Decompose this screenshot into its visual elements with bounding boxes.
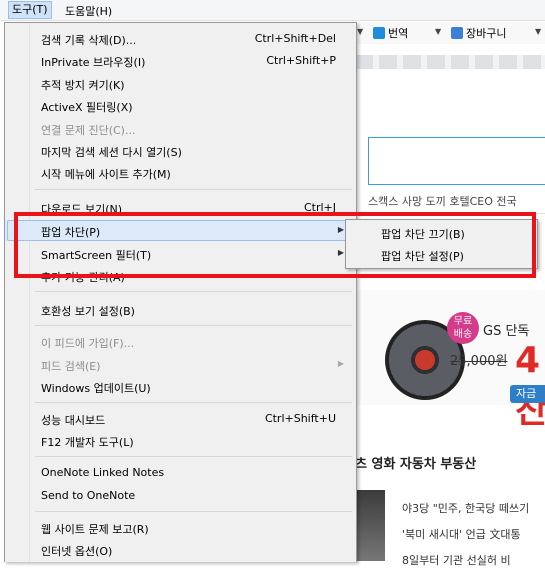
- menu-item-add-to-start[interactable]: 시작 메뉴에 사이트 추가(M): [5, 162, 356, 183]
- menu-item-label: Windows 업데이트(U): [41, 382, 151, 395]
- menu-item-label: F12 개발자 도구(L): [41, 436, 134, 449]
- browser-toolbar: ▼ 번역 ▼ 장바구니 ▼: [355, 22, 545, 44]
- menu-separator: [35, 291, 352, 292]
- menu-item-turn-off-popup-blocker[interactable]: 팝업 차단 끄기(B): [346, 222, 537, 243]
- ad-original-price: 25,000원: [450, 354, 508, 369]
- menu-separator: [35, 402, 352, 403]
- menu-item-label: 피드 검색(E): [41, 360, 101, 373]
- menu-item-label: 팝업 차단(P): [41, 226, 101, 239]
- menu-item-label: ActiveX 필터링(X): [41, 101, 133, 114]
- menu-item-compatibility-view[interactable]: 호환성 보기 설정(B): [5, 299, 356, 320]
- translate-button[interactable]: 번역: [373, 25, 408, 41]
- menu-separator: [35, 456, 352, 457]
- menu-item-label: 검색 기록 삭제(D)...: [41, 34, 137, 47]
- blurred-link-strip: [355, 55, 545, 69]
- menu-item-report-website-problem[interactable]: 웹 사이트 문제 보고(R): [5, 517, 356, 538]
- menu-item-label: 다운로드 보기(N): [41, 203, 123, 216]
- menu-item-shortcut: Ctrl+Shift+Del: [254, 32, 336, 45]
- menu-item-label: OneNote Linked Notes: [41, 466, 165, 479]
- menu-item-label: 성능 대시보드: [41, 414, 106, 427]
- menu-item-reopen-session[interactable]: 마지막 검색 세션 다시 열기(S): [5, 140, 356, 161]
- cart-button[interactable]: 장바구니: [451, 25, 506, 41]
- menu-item-label: 팝업 차단 끄기(B): [381, 228, 465, 241]
- menu-item-inprivate[interactable]: InPrivate 브라우징(I) Ctrl+Shift+P: [5, 50, 356, 71]
- free-shipping-badge: 무료 배송: [447, 312, 479, 344]
- menu-item-tracking-protection[interactable]: 추적 방지 켜기(K): [5, 73, 356, 94]
- news-categories[interactable]: 츠 영화 자동차 부동산: [355, 453, 476, 472]
- trending-links[interactable]: 스캑스 사망 도끼 호텔CEO 전국: [368, 193, 517, 209]
- submenu-arrow-icon: ▶: [337, 359, 344, 368]
- menu-item-diagnose-connection: 연결 문제 진단(C)...: [5, 118, 356, 139]
- menu-item-internet-options[interactable]: 인터넷 옵션(O): [5, 539, 356, 560]
- menu-item-shortcut: Ctrl+J: [303, 201, 336, 214]
- menu-item-performance-dashboard[interactable]: 성능 대시보드 Ctrl+Shift+U: [5, 408, 356, 429]
- menu-separator: [35, 511, 352, 512]
- popup-blocker-submenu: 팝업 차단 끄기(B) 팝업 차단 설정(P): [345, 219, 538, 269]
- ad-title: GS 단독: [483, 324, 530, 339]
- menu-item-view-downloads[interactable]: 다운로드 보기(N) Ctrl+J: [5, 197, 356, 218]
- translate-label: 번역: [388, 27, 409, 40]
- menu-item-label: Send to OneNote: [41, 489, 136, 502]
- chevron-down-icon[interactable]: ▼: [535, 27, 541, 36]
- menu-item-label: InPrivate 브라우징(I): [41, 56, 146, 69]
- menu-item-activex-filtering[interactable]: ActiveX 필터링(X): [5, 95, 356, 116]
- menu-item-manage-addons[interactable]: 추가 기능 관리(A): [5, 265, 356, 286]
- submenu-arrow-icon: ▶: [337, 225, 344, 234]
- cart-label: 장바구니: [466, 27, 507, 40]
- news-headline[interactable]: '북미 새시대' 언급 文대통: [402, 526, 521, 542]
- menubar-tools[interactable]: 도구(T): [8, 1, 52, 19]
- menu-item-label: 호환성 보기 설정(B): [41, 305, 135, 318]
- menu-item-windows-update[interactable]: Windows 업데이트(U): [5, 376, 356, 397]
- chevron-down-icon[interactable]: ▼: [435, 27, 441, 36]
- ad-button[interactable]: 자금: [510, 385, 545, 403]
- advertisement-banner[interactable]: 무료 배송 GS 단독 25,000원 4찬 자금: [355, 290, 545, 431]
- menu-item-label: 인터넷 옵션(O): [41, 545, 113, 558]
- cart-icon: [451, 27, 463, 39]
- submenu-arrow-icon: ▶: [337, 248, 344, 257]
- menu-item-shortcut: Ctrl+Shift+P: [266, 54, 336, 67]
- divider: [355, 213, 545, 214]
- page-search-input[interactable]: [368, 137, 545, 185]
- menu-item-label: 웹 사이트 문제 보고(R): [41, 523, 149, 536]
- chevron-down-icon[interactable]: ▼: [357, 27, 363, 36]
- menu-item-subscribe-feed: 이 피드에 가입(F)...: [5, 331, 356, 352]
- menu-item-label: 시작 메뉴에 사이트 추가(M): [41, 168, 171, 181]
- menu-separator: [35, 189, 352, 190]
- menu-item-label: 추적 방지 켜기(K): [41, 79, 125, 92]
- news-headline[interactable]: 야3당 "민주, 한국당 떼쓰기: [402, 500, 529, 516]
- menu-item-shortcut: Ctrl+Shift+U: [264, 412, 336, 425]
- menu-item-popup-blocker-settings[interactable]: 팝업 차단 설정(P): [346, 244, 537, 265]
- menu-item-onenote-linked-notes[interactable]: OneNote Linked Notes: [5, 462, 356, 483]
- menu-item-send-to-onenote[interactable]: Send to OneNote: [5, 485, 356, 506]
- translate-icon: [373, 27, 385, 39]
- menu-item-label: 연결 문제 진단(C)...: [41, 124, 136, 137]
- menu-item-popup-blocker[interactable]: 팝업 차단(P) ▶: [5, 220, 356, 241]
- news-thumbnail[interactable]: [355, 490, 385, 561]
- menu-item-smartscreen[interactable]: SmartScreen 필터(T) ▶: [5, 243, 356, 264]
- menu-separator: [35, 325, 352, 326]
- menu-item-feed-discovery: 피드 검색(E) ▶: [5, 354, 356, 375]
- menu-item-label: 추가 기능 관리(A): [41, 271, 125, 284]
- menu-item-f12-devtools[interactable]: F12 개발자 도구(L): [5, 430, 356, 451]
- tools-menu: 검색 기록 삭제(D)... Ctrl+Shift+Del InPrivate …: [4, 22, 357, 562]
- menu-item-delete-history[interactable]: 검색 기록 삭제(D)... Ctrl+Shift+Del: [5, 28, 356, 49]
- news-headline[interactable]: 8일부터 기관 선실허 비: [402, 552, 511, 568]
- menubar-help[interactable]: 도움말(H): [62, 3, 115, 19]
- menu-item-label: SmartScreen 필터(T): [41, 249, 152, 262]
- menu-item-label: 마지막 검색 세션 다시 열기(S): [41, 146, 182, 159]
- menu-item-label: 팝업 차단 설정(P): [381, 250, 464, 263]
- menu-bar: 도구(T) 도움말(H): [0, 0, 545, 21]
- menu-item-label: 이 피드에 가입(F)...: [41, 337, 135, 350]
